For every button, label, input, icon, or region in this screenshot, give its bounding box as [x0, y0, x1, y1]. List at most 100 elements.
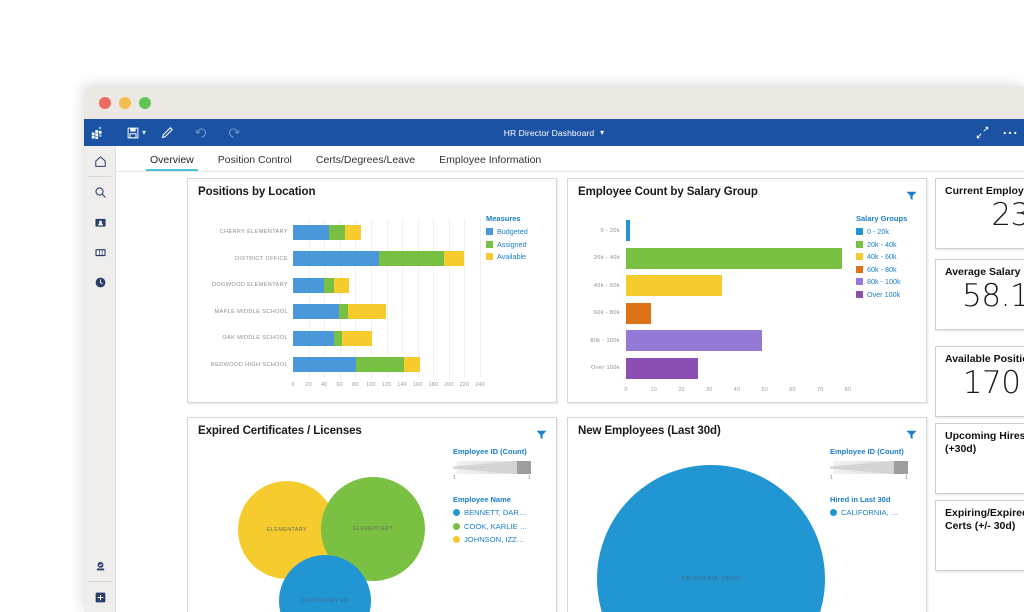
size-legend-ramp [453, 461, 531, 474]
kpi-upcoming-hires[interactable]: Upcoming Hires (+30d) 0 [935, 423, 1024, 494]
user-badge-icon[interactable] [84, 551, 116, 581]
bar[interactable] [626, 220, 631, 242]
legend-label: CALIFORNIA, … [841, 508, 899, 517]
bar-segment[interactable] [345, 224, 361, 240]
legend-label: COOK, KARLIE … [464, 521, 528, 531]
axis-tick-label: 80 [352, 382, 359, 388]
legend-item[interactable]: Available [486, 252, 528, 261]
bar-segment[interactable] [356, 357, 405, 373]
legend-item[interactable]: Over 100k [856, 290, 907, 299]
gridline [448, 219, 450, 378]
axis-tick-label: 0 [291, 382, 295, 388]
legend-item[interactable]: COOK, KARLIE … [453, 522, 531, 531]
tab-certs-degrees-leave[interactable]: Certs/Degrees/Leave [304, 154, 427, 171]
bar-row[interactable] [293, 330, 480, 346]
bar[interactable] [626, 357, 699, 379]
axis-tick-label: 80 [844, 387, 852, 393]
bar-segment[interactable] [444, 251, 465, 267]
bar[interactable] [626, 330, 762, 352]
kpi-available-positions[interactable]: Available Positions 170.5 [935, 346, 1024, 417]
kpi-label: Available Positions [945, 353, 1024, 365]
legend-item[interactable]: 20k - 40k [856, 240, 907, 249]
legend-item[interactable]: 40k - 60k [856, 252, 907, 261]
kpi-current-employees[interactable]: Current Employees 232 [935, 178, 1024, 249]
bar[interactable] [626, 247, 843, 269]
tableau-logo-icon[interactable] [84, 119, 110, 146]
axis-label-category: DOGWOOD ELEMENTARY [211, 282, 288, 289]
bar-segment[interactable] [328, 224, 346, 240]
redo-icon[interactable] [220, 119, 246, 146]
legend-item[interactable]: Assigned [486, 240, 528, 249]
bar-segment[interactable] [404, 357, 420, 373]
kpi-average-salary[interactable]: Average Salary 58.1K [935, 259, 1024, 330]
presentation-mode-icon[interactable] [974, 119, 990, 146]
bar-segment[interactable] [333, 277, 350, 293]
data-source-icon[interactable] [84, 207, 116, 237]
gridline [324, 219, 326, 378]
legend-item[interactable]: 0 - 20k [856, 227, 907, 236]
bar-segment[interactable] [293, 251, 379, 267]
axis-tick-label: 40 [733, 387, 741, 393]
undo-icon[interactable] [188, 119, 214, 146]
bubble[interactable]: CALIFORNIA, CRAIG [597, 465, 825, 612]
edit-pencil-icon[interactable] [154, 119, 180, 146]
bar-segment[interactable] [293, 357, 357, 373]
bar-segment[interactable] [348, 304, 386, 320]
tab-overview[interactable]: Overview [138, 154, 206, 171]
bar-segment[interactable] [293, 277, 325, 293]
axis-tick-label: 20 [678, 387, 685, 393]
kpi-value: 3 [945, 532, 1024, 566]
legend-item[interactable]: 60k - 80k [856, 265, 907, 274]
more-options-icon[interactable] [1002, 119, 1018, 146]
bar-segment[interactable] [293, 304, 339, 320]
bar[interactable] [626, 302, 651, 324]
clock-icon[interactable] [84, 267, 116, 297]
axis-tick-label: 160 [412, 382, 423, 388]
bar-row[interactable] [293, 357, 480, 373]
bar-row[interactable] [293, 251, 480, 267]
axis-tick-label: 100 [366, 382, 376, 388]
bar-segment[interactable] [293, 224, 329, 240]
size-legend-max: 1 [527, 475, 531, 481]
axis-tick-label: 40 [320, 382, 328, 388]
legend-item[interactable]: Budgeted [486, 227, 528, 236]
minimize-window-button[interactable] [119, 97, 131, 109]
filter-icon[interactable] [906, 427, 917, 440]
panel-title-expired-certificates: Expired Certificates / Licenses [198, 425, 362, 437]
bar[interactable] [626, 275, 722, 297]
search-icon[interactable] [84, 177, 116, 207]
filter-icon[interactable] [536, 427, 547, 440]
kpi-label: Current Employees [945, 185, 1024, 197]
screenshot-root: ▾ HR Director Dashboard ▾ Overview Posit… [0, 0, 1024, 612]
bar-row[interactable] [293, 277, 480, 293]
bar-segment[interactable] [333, 330, 343, 346]
bar-row[interactable] [293, 224, 480, 240]
filter-icon[interactable] [906, 188, 917, 201]
maximize-window-button[interactable] [139, 97, 151, 109]
bar-segment[interactable] [338, 304, 349, 320]
tab-position-control[interactable]: Position Control [206, 154, 304, 171]
dashboard-icon[interactable] [84, 237, 116, 267]
save-caret-icon[interactable]: ▾ [142, 128, 146, 137]
legend-item[interactable]: BENNETT, DAR… [453, 508, 531, 517]
window-titlebar [84, 86, 1024, 119]
bar-row[interactable] [293, 304, 480, 320]
kpi-expiring-expired-certs[interactable]: Expiring/Expired Certs (+/- 30d) 3 [935, 500, 1024, 571]
tab-employee-information[interactable]: Employee Information [427, 154, 553, 171]
legend-item[interactable]: JOHNSON, IZZ… [453, 535, 531, 544]
bar-segment[interactable] [293, 330, 334, 346]
bar-segment[interactable] [324, 277, 334, 293]
kpi-value: 0 [945, 455, 1024, 489]
close-window-button[interactable] [99, 97, 111, 109]
document-title-caret-icon[interactable]: ▾ [600, 128, 604, 137]
add-icon[interactable] [84, 582, 116, 612]
legend-item[interactable]: 80k - 100k [856, 277, 907, 286]
home-icon[interactable] [84, 146, 116, 176]
legend-label: 80k - 100k [867, 277, 901, 286]
legend-item[interactable]: CALIFORNIA, … [830, 508, 908, 517]
legend-label: 60k - 80k [867, 264, 897, 274]
bar-segment[interactable] [378, 251, 445, 267]
bar-segment[interactable] [342, 330, 373, 346]
legend-swatch [486, 253, 493, 260]
legend-expired-certificates: Employee ID (Count) 1 1 Employee Name BE… [453, 447, 531, 549]
